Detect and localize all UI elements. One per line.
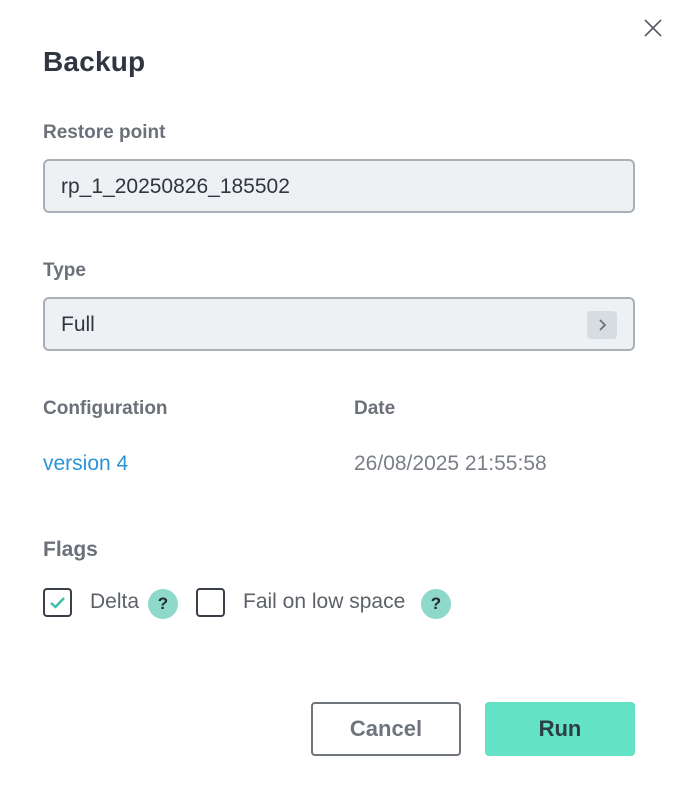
restore-point-label: Restore point [43, 122, 166, 143]
type-select[interactable]: Full [43, 297, 635, 351]
type-value: Full [61, 313, 95, 336]
restore-point-field[interactable]: rp_1_20250826_185502 [43, 159, 635, 213]
type-label: Type [43, 260, 86, 281]
delta-checkbox[interactable] [43, 588, 72, 617]
delta-help-icon[interactable]: ? [148, 589, 178, 619]
run-button[interactable]: Run [485, 702, 635, 756]
close-button[interactable] [640, 15, 666, 41]
dialog-title: Backup [43, 46, 146, 77]
cancel-button[interactable]: Cancel [311, 702, 461, 756]
restore-point-value: rp_1_20250826_185502 [61, 175, 290, 198]
fail-on-low-space-label: Fail on low space [243, 590, 406, 613]
backup-dialog: Backup Restore point rp_1_20250826_18550… [0, 0, 681, 793]
configuration-link[interactable]: version 4 [43, 452, 128, 476]
fail-on-low-space-help-icon[interactable]: ? [421, 589, 451, 619]
date-label: Date [354, 398, 396, 419]
date-value: 26/08/2025 21:55:58 [354, 452, 547, 475]
flags-label: Flags [43, 538, 98, 561]
checkmark-icon [50, 597, 65, 609]
chevron-right-icon [599, 319, 607, 331]
close-icon [644, 19, 662, 37]
fail-on-low-space-checkbox[interactable] [196, 588, 225, 617]
chevron-right-button[interactable] [587, 311, 617, 339]
configuration-label: Configuration [43, 398, 168, 419]
delta-label: Delta [90, 590, 140, 613]
